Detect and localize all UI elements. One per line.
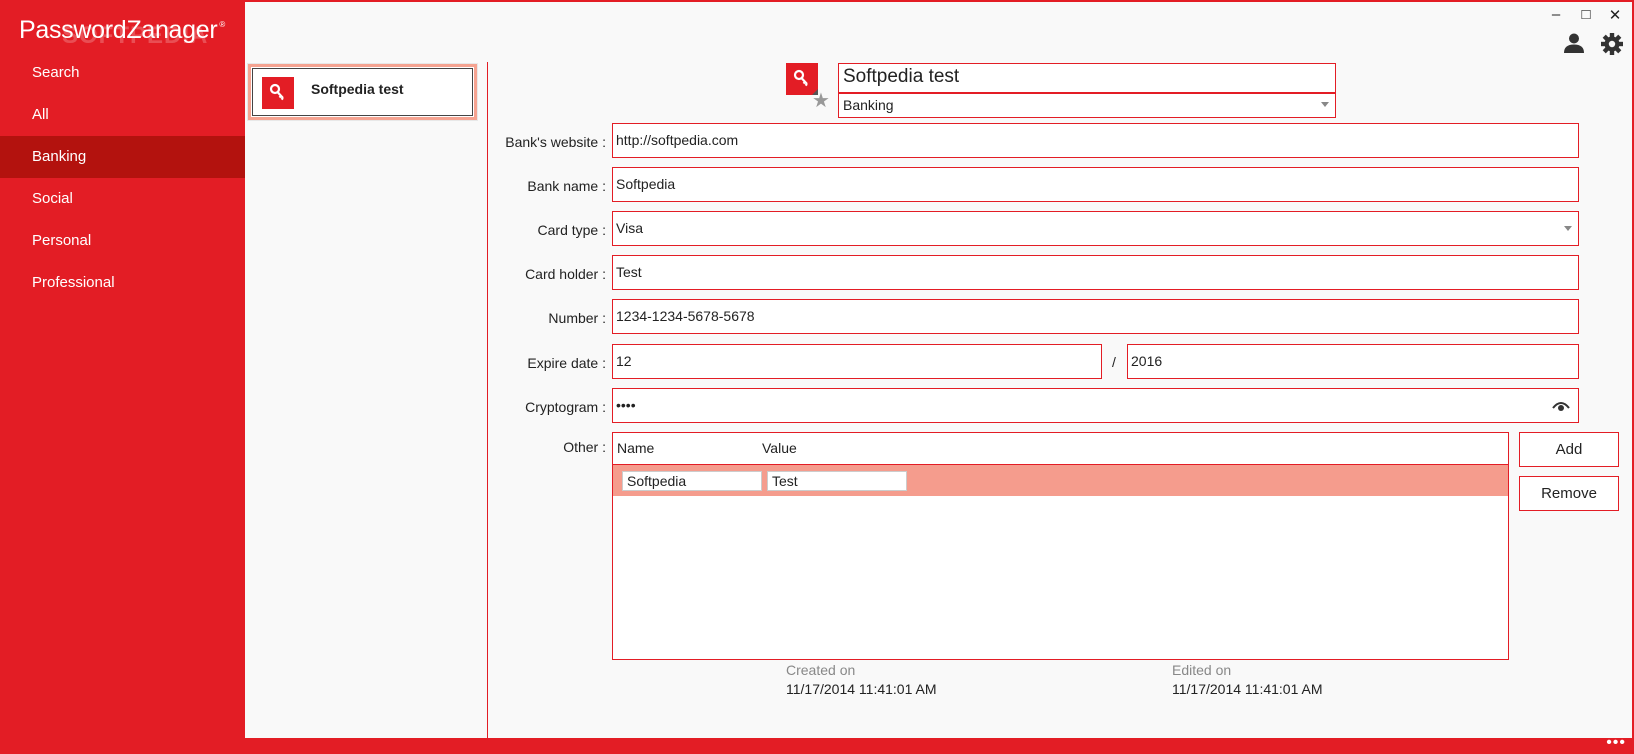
category-select[interactable]: Banking xyxy=(838,93,1336,118)
minimize-button[interactable]: – xyxy=(1546,6,1566,23)
card-type-select[interactable]: Visa xyxy=(612,211,1579,246)
expire-year-field[interactable]: 2016 xyxy=(1127,344,1579,379)
app-title: PasswordZanager ® xyxy=(19,16,225,44)
table-row[interactable]: Softpedia Test xyxy=(613,465,1508,496)
list-item-title: Softpedia test xyxy=(311,81,404,97)
field-label-other: Other : xyxy=(563,439,606,455)
other-value-input[interactable]: Test xyxy=(767,471,907,491)
column-value: Value xyxy=(762,440,797,456)
sidebar-item-banking[interactable]: Banking xyxy=(0,136,245,178)
cryptogram-value: •••• xyxy=(616,397,636,413)
edited-label: Edited on xyxy=(1172,662,1232,678)
other-name-input[interactable]: Softpedia xyxy=(622,471,762,491)
maximize-button[interactable]: □ xyxy=(1576,6,1596,23)
entry-list: Softpedia test xyxy=(247,63,478,121)
category-value: Banking xyxy=(843,97,894,113)
created-value: 11/17/2014 11:41:01 AM xyxy=(786,681,937,697)
created-label: Created on xyxy=(786,662,856,678)
expire-separator: / xyxy=(1112,354,1116,370)
sidebar-item-search[interactable]: Search xyxy=(0,52,245,94)
close-button[interactable]: ✕ xyxy=(1605,6,1625,24)
field-label-card-holder: Card holder : xyxy=(525,266,606,282)
bank-name-field[interactable]: Softpedia xyxy=(612,167,1579,202)
main-panel: – □ ✕ Softpedia test ★ Softpedia test Ba… xyxy=(245,2,1632,738)
chevron-down-icon xyxy=(1564,226,1572,231)
number-field[interactable]: 1234-1234-5678-5678 xyxy=(612,299,1579,334)
column-name: Name xyxy=(617,440,655,456)
sidebar: SOFTPEDIA PasswordZanager ® Search All Ba… xyxy=(0,0,245,754)
website-field[interactable]: http://softpedia.com xyxy=(612,123,1579,158)
sidebar-nav: Search All Banking Social Personal Profe… xyxy=(0,52,245,304)
user-icon[interactable] xyxy=(1563,32,1589,58)
cryptogram-field[interactable]: •••• xyxy=(612,388,1579,423)
key-icon xyxy=(262,77,294,109)
sidebar-item-personal[interactable]: Personal xyxy=(0,220,245,262)
field-label-bank-name: Bank name : xyxy=(527,178,606,194)
expire-month-field[interactable]: 12 xyxy=(612,344,1102,379)
eye-icon[interactable] xyxy=(1552,399,1570,415)
card-type-value: Visa xyxy=(616,220,643,236)
field-label-website: Bank's website : xyxy=(505,134,606,150)
gear-icon[interactable] xyxy=(1600,32,1626,58)
field-label-card-type: Card type : xyxy=(537,222,606,238)
other-table-header: Name Value xyxy=(613,433,1508,465)
favorite-star-icon[interactable]: ★ xyxy=(812,88,830,113)
sidebar-item-professional[interactable]: Professional xyxy=(0,262,245,304)
more-options-icon[interactable]: ••• xyxy=(1606,734,1626,752)
other-table: Name Value Softpedia Test xyxy=(612,432,1509,660)
field-label-expire-date: Expire date : xyxy=(527,355,606,371)
card-holder-field[interactable]: Test xyxy=(612,255,1579,290)
list-item[interactable]: Softpedia test xyxy=(247,63,478,121)
entry-title-input[interactable]: Softpedia test xyxy=(838,63,1336,93)
sidebar-item-all[interactable]: All xyxy=(0,94,245,136)
edited-value: 11/17/2014 11:41:01 AM xyxy=(1172,681,1323,697)
remove-button[interactable]: Remove xyxy=(1519,476,1619,511)
add-button[interactable]: Add xyxy=(1519,432,1619,467)
chevron-down-icon xyxy=(1321,102,1329,107)
sidebar-item-social[interactable]: Social xyxy=(0,178,245,220)
field-label-cryptogram: Cryptogram : xyxy=(525,399,606,415)
field-label-number: Number : xyxy=(548,310,606,326)
